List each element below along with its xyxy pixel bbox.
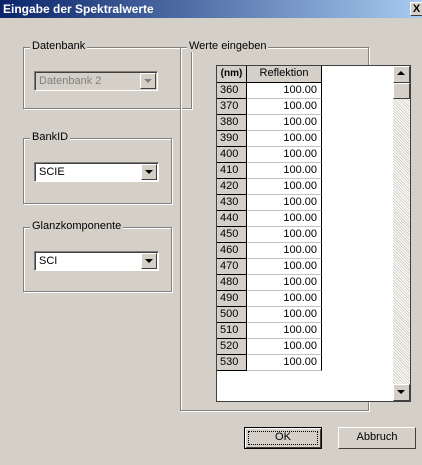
reflektion-cell[interactable]: 100.00 xyxy=(247,323,322,339)
reflektion-column-header: Reflektion xyxy=(247,66,322,83)
focus-rect xyxy=(248,431,318,445)
table-row: 450 100.00 xyxy=(217,227,322,243)
table-row: 400 100.00 xyxy=(217,147,322,163)
reflektion-cell[interactable]: 100.00 xyxy=(247,355,322,371)
glanz-select-value: SCI xyxy=(39,255,58,267)
reflektion-cell[interactable]: 100.00 xyxy=(247,195,322,211)
wavelength-cell: 520 xyxy=(217,339,247,355)
close-icon: X xyxy=(412,3,421,15)
wavelength-cell: 420 xyxy=(217,179,247,195)
chevron-down-icon xyxy=(145,170,153,174)
table-row: 440 100.00 xyxy=(217,211,322,227)
table-row: 460 100.00 xyxy=(217,243,322,259)
table-rows: 360 100.00 370 100.00 380 100.00 390 100.00 … xyxy=(217,83,322,371)
table-row: 510 100.00 xyxy=(217,323,322,339)
scroll-down-button[interactable] xyxy=(393,384,410,401)
wavelength-cell: 490 xyxy=(217,291,247,307)
table-row: 520 100.00 xyxy=(217,339,322,355)
wavelength-cell: 530 xyxy=(217,355,247,371)
nm-column-header: (nm) xyxy=(217,66,247,83)
close-button[interactable]: X xyxy=(410,2,422,16)
cancel-button[interactable]: Abbruch xyxy=(338,427,416,449)
wavelength-cell: 390 xyxy=(217,131,247,147)
glanz-select[interactable]: SCI xyxy=(34,251,159,271)
wavelength-cell: 430 xyxy=(217,195,247,211)
werte-legend: Werte eingeben xyxy=(187,40,269,52)
reflektion-cell[interactable]: 100.00 xyxy=(247,179,322,195)
reflektion-cell[interactable]: 100.00 xyxy=(247,163,322,179)
window-title: Eingabe der Spektralwerte xyxy=(3,2,154,16)
reflektion-cell[interactable]: 100.00 xyxy=(247,115,322,131)
datenbank-group: Datenbank Datenbank 2 xyxy=(23,40,192,109)
reflektion-cell[interactable]: 100.00 xyxy=(247,275,322,291)
datenbank-select-value: Datenbank 2 xyxy=(39,75,102,87)
table-row: 480 100.00 xyxy=(217,275,322,291)
arrow-down-icon xyxy=(397,390,405,394)
reflektion-cell[interactable]: 100.00 xyxy=(247,291,322,307)
table-row: 530 100.00 xyxy=(217,355,322,371)
bankid-legend: BankID xyxy=(30,131,71,143)
glanz-dropdown-button[interactable] xyxy=(141,253,157,269)
bankid-dropdown-button[interactable] xyxy=(141,164,157,180)
reflektion-cell[interactable]: 100.00 xyxy=(247,227,322,243)
chevron-down-icon xyxy=(144,79,152,83)
wavelength-cell: 440 xyxy=(217,211,247,227)
wavelength-cell: 380 xyxy=(217,115,247,131)
reflektion-cell[interactable]: 100.00 xyxy=(247,211,322,227)
reflektion-cell[interactable]: 100.00 xyxy=(247,99,322,115)
glanz-legend: Glanzkomponente xyxy=(30,220,124,232)
title-bar[interactable]: Eingabe der Spektralwerte X xyxy=(0,0,422,18)
table-row: 430 100.00 xyxy=(217,195,322,211)
wavelength-cell: 410 xyxy=(217,163,247,179)
wavelength-cell: 370 xyxy=(217,99,247,115)
cancel-button-label: Abbruch xyxy=(356,431,398,443)
ok-button[interactable]: OK xyxy=(244,427,322,449)
table-row: 500 100.00 xyxy=(217,307,322,323)
wavelength-cell: 450 xyxy=(217,227,247,243)
table-row: 380 100.00 xyxy=(217,115,322,131)
scroll-up-button[interactable] xyxy=(393,66,410,83)
bankid-select-value: SCIE xyxy=(39,166,65,178)
chevron-down-icon xyxy=(145,259,153,263)
glanz-group: Glanzkomponente SCI xyxy=(23,220,172,292)
wavelength-cell: 510 xyxy=(217,323,247,339)
reflektion-cell[interactable]: 100.00 xyxy=(247,147,322,163)
reflektion-cell[interactable]: 100.00 xyxy=(247,307,322,323)
bankid-group: BankID SCIE xyxy=(23,131,172,204)
reflektion-cell[interactable]: 100.00 xyxy=(247,339,322,355)
wavelength-cell: 400 xyxy=(217,147,247,163)
table-row: 410 100.00 xyxy=(217,163,322,179)
table-row: 370 100.00 xyxy=(217,99,322,115)
table-row: 420 100.00 xyxy=(217,179,322,195)
vertical-scrollbar[interactable] xyxy=(393,66,410,401)
table-row: 390 100.00 xyxy=(217,131,322,147)
spectral-table: (nm) Reflektion 360 100.00 370 100.00 380 1… xyxy=(216,65,411,402)
wavelength-cell: 360 xyxy=(217,83,247,99)
scroll-thumb[interactable] xyxy=(393,83,410,99)
wavelength-cell: 500 xyxy=(217,307,247,323)
reflektion-cell[interactable]: 100.00 xyxy=(247,131,322,147)
table-row: 490 100.00 xyxy=(217,291,322,307)
bankid-select[interactable]: SCIE xyxy=(34,162,159,182)
datenbank-legend: Datenbank xyxy=(30,40,88,52)
reflektion-cell[interactable]: 100.00 xyxy=(247,259,322,275)
wavelength-cell: 470 xyxy=(217,259,247,275)
table-row: 360 100.00 xyxy=(217,83,322,99)
datenbank-select[interactable]: Datenbank 2 xyxy=(34,71,158,91)
arrow-up-icon xyxy=(397,71,405,75)
table-row: 470 100.00 xyxy=(217,259,322,275)
datenbank-dropdown-button[interactable] xyxy=(140,73,156,89)
wavelength-cell: 480 xyxy=(217,275,247,291)
reflektion-cell[interactable]: 100.00 xyxy=(247,243,322,259)
reflektion-cell[interactable]: 100.00 xyxy=(247,83,322,99)
wavelength-cell: 460 xyxy=(217,243,247,259)
